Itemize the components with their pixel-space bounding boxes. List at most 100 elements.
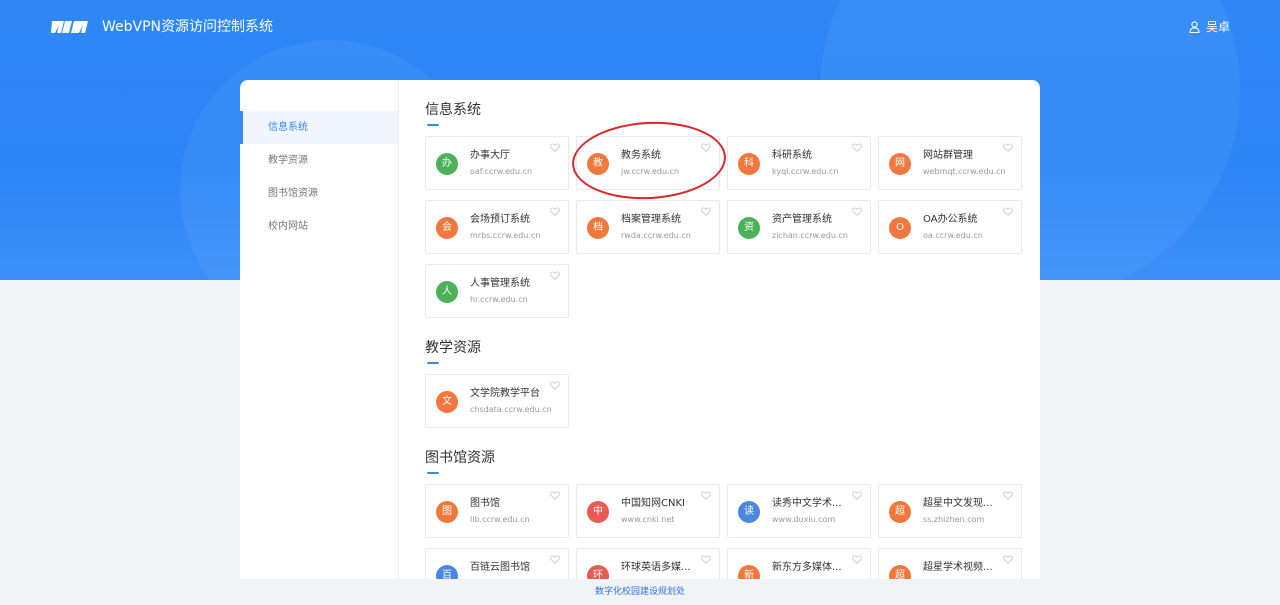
resource-name: 环球英语多媒... — [621, 562, 691, 573]
resource-url: lib.ccrw.edu.cn — [470, 515, 530, 524]
favorite-heart-icon[interactable] — [1003, 207, 1013, 216]
favorite-heart-icon[interactable] — [550, 555, 560, 564]
resource-card[interactable]: 档 档案管理系统 rwda.ccrw.edu.cn — [576, 200, 720, 254]
user-name: 吴卓 — [1205, 20, 1230, 34]
resource-url: zichan.ccrw.edu.cn — [772, 231, 848, 240]
resource-name: 网站群管理 — [923, 150, 973, 161]
resource-name: 会场预订系统 — [470, 214, 530, 225]
school-logo-icon — [51, 21, 88, 33]
resource-card[interactable]: 读 读秀中文学术... www.duxiu.com — [727, 484, 871, 538]
sidebar: 信息系统 教学资源 图书馆资源 校内网站 — [240, 80, 399, 580]
resource-url: mrbs.ccrw.edu.cn — [470, 231, 541, 240]
card-grid-library-resources: 图 图书馆 lib.ccrw.edu.cn 中 中国知网CNKI www.cnki.net… — [425, 484, 1022, 580]
resource-badge-icon: 环 — [587, 565, 609, 580]
resource-url: www.cnki.net — [621, 515, 675, 524]
resource-card[interactable]: 超超星学术视频...ssvideo.superlib.com — [878, 548, 1022, 580]
resource-url: jw.ccrw.edu.cn — [621, 167, 680, 176]
resource-badge-icon: 图 — [436, 501, 458, 523]
favorite-heart-icon[interactable] — [701, 207, 711, 216]
resource-card[interactable]: 会 会场预订系统 mrbs.ccrw.edu.cn — [425, 200, 569, 254]
favorite-heart-icon[interactable] — [701, 555, 711, 564]
resource-name: OA办公系统 — [923, 214, 978, 225]
resource-url: www.duxiu.com — [772, 515, 836, 524]
resource-name: 读秀中文学术... — [772, 498, 842, 509]
sidebar-item-info-systems[interactable]: 信息系统 — [240, 111, 398, 144]
sidebar-item-campus-sites[interactable]: 校内网站 — [240, 210, 398, 243]
favorite-heart-icon[interactable] — [852, 207, 862, 216]
resource-url: oaf.ccrw.edu.cn — [470, 167, 533, 176]
sidebar-item-library-resources[interactable]: 图书馆资源 — [240, 177, 398, 210]
resource-name: 人事管理系统 — [470, 278, 530, 289]
section-title-library-resources: 图书馆资源 — [425, 448, 1020, 476]
favorite-heart-icon[interactable] — [550, 143, 560, 152]
resource-name: 百链云图书馆 — [470, 562, 530, 573]
resource-card[interactable]: 文 文学院教学平台 chsdata.ccrw.edu.cn — [425, 374, 569, 428]
app-title: WebVPN资源访问控制系统 — [102, 19, 274, 35]
favorite-heart-icon[interactable] — [701, 491, 711, 500]
resource-card[interactable]: 中 中国知网CNKI www.cnki.net — [576, 484, 720, 538]
resource-card[interactable]: 图 图书馆 lib.ccrw.edu.cn — [425, 484, 569, 538]
footer-link[interactable]: 数字化校园建设规划处 — [0, 579, 1280, 605]
favorite-heart-icon[interactable] — [550, 271, 560, 280]
resource-badge-icon: 网 — [889, 153, 911, 175]
resource-badge-icon: 会 — [436, 217, 458, 239]
favorite-heart-icon[interactable] — [852, 491, 862, 500]
resource-url: webmqt.ccrw.edu.cn — [923, 167, 1006, 176]
favorite-heart-icon[interactable] — [701, 143, 711, 152]
resource-badge-icon: 资 — [738, 217, 760, 239]
resource-card[interactable]: 教 教务系统 jw.ccrw.edu.cn — [576, 136, 720, 190]
resource-badge-icon: 超 — [889, 501, 911, 523]
resource-card[interactable]: 网 网站群管理 webmqt.ccrw.edu.cn — [878, 136, 1022, 190]
resource-badge-icon: 文 — [436, 391, 458, 413]
resource-name: 文学院教学平台 — [470, 388, 540, 399]
resource-name: 图书馆 — [470, 498, 500, 509]
resource-url: chsdata.ccrw.edu.cn — [470, 405, 552, 414]
main-panel: 信息系统 教学资源 图书馆资源 校内网站 信息系统 办 办事大厅 oaf.ccrw.… — [240, 80, 1040, 580]
favorite-heart-icon[interactable] — [852, 143, 862, 152]
sidebar-item-teaching-resources[interactable]: 教学资源 — [240, 144, 398, 177]
resource-card[interactable]: 新新东方多媒体...library.koolearn.com — [727, 548, 871, 580]
resource-card[interactable]: 百百链云图书馆www.blyun.com — [425, 548, 569, 580]
resource-card[interactable]: 环环球英语多媒...www.englishvoa.com — [576, 548, 720, 580]
resource-name: 超星学术视频... — [923, 562, 993, 573]
resource-badge-icon: 新 — [738, 565, 760, 580]
favorite-heart-icon[interactable] — [1003, 555, 1013, 564]
resource-badge-icon: O — [889, 217, 911, 239]
resource-name: 办事大厅 — [470, 150, 510, 161]
resource-badge-icon: 科 — [738, 153, 760, 175]
favorite-heart-icon[interactable] — [550, 207, 560, 216]
resource-badge-icon: 百 — [436, 565, 458, 580]
favorite-heart-icon[interactable] — [550, 491, 560, 500]
top-bar: WebVPN资源访问控制系统 吴卓 — [0, 0, 1280, 56]
resource-name: 新东方多媒体... — [772, 562, 842, 573]
resource-url: rwda.ccrw.edu.cn — [621, 231, 691, 240]
favorite-heart-icon[interactable] — [1003, 491, 1013, 500]
resource-name: 中国知网CNKI — [621, 498, 685, 509]
user-menu[interactable]: 吴卓 — [1189, 17, 1230, 37]
resource-badge-icon: 人 — [436, 281, 458, 303]
section-title-teaching-resources: 教学资源 — [425, 338, 1020, 366]
resource-name: 档案管理系统 — [621, 214, 681, 225]
resource-card[interactable]: 超 超星中文发现... ss.zhizhen.com — [878, 484, 1022, 538]
resource-badge-icon: 档 — [587, 217, 609, 239]
resource-card[interactable]: 办 办事大厅 oaf.ccrw.edu.cn — [425, 136, 569, 190]
favorite-heart-icon[interactable] — [1003, 143, 1013, 152]
section-title-info-systems: 信息系统 — [425, 100, 1020, 128]
resource-url: kyql.ccrw.edu.cn — [772, 167, 839, 176]
resource-url: ss.zhizhen.com — [923, 515, 985, 524]
resource-badge-icon: 教 — [587, 153, 609, 175]
resource-badge-icon: 读 — [738, 501, 760, 523]
content-area: 信息系统 办 办事大厅 oaf.ccrw.edu.cn 教 教务系统 jw.ccrw.ed… — [399, 80, 1040, 580]
resource-url: oa.ccrw.edu.cn — [923, 231, 983, 240]
resource-badge-icon: 超 — [889, 565, 911, 580]
resource-card[interactable]: 科 科研系统 kyql.ccrw.edu.cn — [727, 136, 871, 190]
favorite-heart-icon[interactable] — [550, 381, 560, 390]
card-grid-teaching-resources: 文 文学院教学平台 chsdata.ccrw.edu.cn — [425, 374, 1020, 428]
resource-badge-icon: 办 — [436, 153, 458, 175]
resource-card[interactable]: 人 人事管理系统 hr.ccrw.edu.cn — [425, 264, 569, 318]
resource-card[interactable]: 资 资产管理系统 zichan.ccrw.edu.cn — [727, 200, 871, 254]
favorite-heart-icon[interactable] — [852, 555, 862, 564]
resource-card[interactable]: O OA办公系统 oa.ccrw.edu.cn — [878, 200, 1022, 254]
resource-name: 科研系统 — [772, 150, 812, 161]
resource-name: 超星中文发现... — [923, 498, 993, 509]
